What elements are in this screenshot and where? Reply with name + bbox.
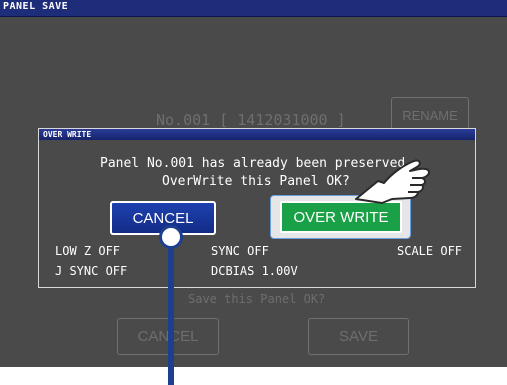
window-title: PANEL SAVE [3, 1, 69, 12]
sync-setting: SYNC OFF [211, 244, 269, 258]
callout-line [168, 230, 174, 385]
dialog-title: OVER WRITE [43, 130, 92, 139]
save-prompt: Save this Panel OK? [188, 292, 326, 306]
dialog-message-line2: OverWrite this Panel OK? [162, 174, 350, 189]
cancel-label: CANCEL [132, 209, 194, 227]
low-z-setting: LOW Z OFF [55, 244, 121, 258]
dcbias-setting: DCBIAS 1.00V [211, 264, 298, 278]
callout-dot [159, 225, 183, 249]
save-button[interactable]: SAVE [308, 318, 409, 355]
scale-setting: SCALE OFF [397, 244, 463, 258]
rename-label: RENAME [402, 107, 458, 123]
save-label: SAVE [339, 328, 378, 345]
title-bar: PANEL SAVE [0, 0, 507, 17]
dialog-title-bar: OVER WRITE [39, 129, 475, 140]
overwrite-label: OVER WRITE [293, 208, 389, 226]
pointing-hand-icon [352, 143, 434, 209]
j-sync-setting: J SYNC OFF [55, 264, 128, 278]
panel-label: No.001 [ 1412031000 ] [156, 111, 346, 129]
